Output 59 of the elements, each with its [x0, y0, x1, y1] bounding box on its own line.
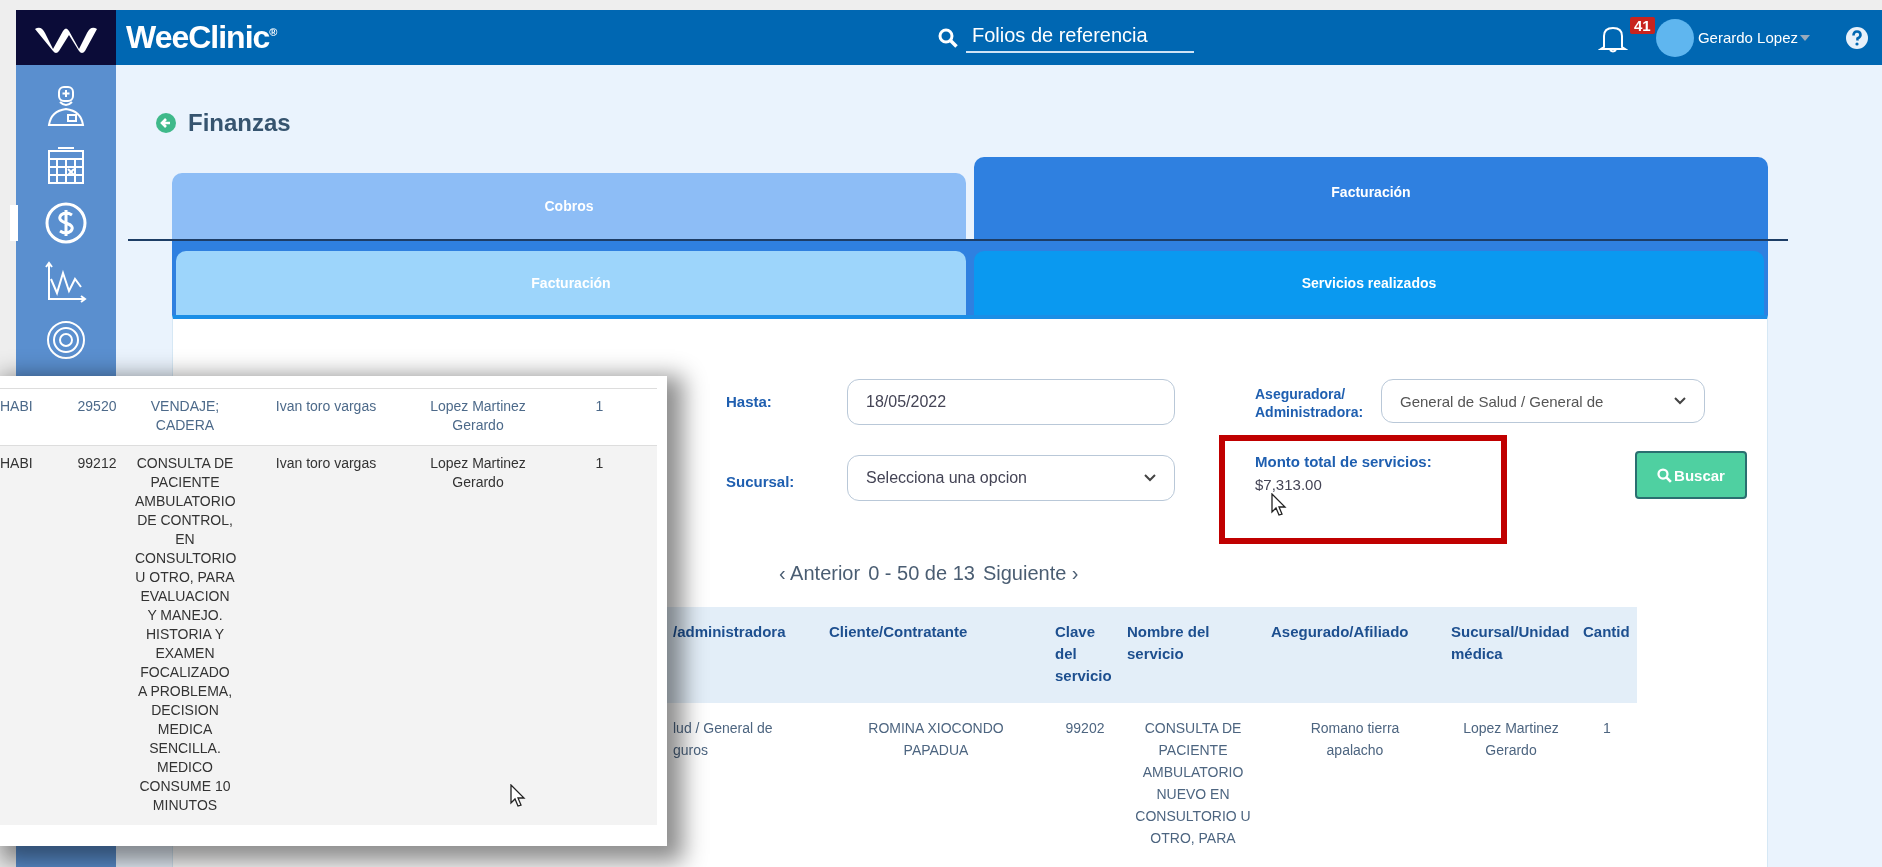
field-label: Hasta: [726, 392, 773, 410]
chevron-icon [1144, 474, 1156, 482]
total-label: Monto total de servicios: [1255, 453, 1433, 470]
avatar[interactable] [1655, 18, 1694, 57]
notification-badge: 41 [1629, 16, 1655, 34]
field-label: Sucursal: [726, 472, 796, 490]
field-label: Aseguradora/ Administradora: [1255, 385, 1365, 421]
next-link[interactable]: Siguiente › [982, 562, 1079, 585]
user-name[interactable]: Gerardo Lopez [1697, 29, 1798, 46]
search-icon [1657, 467, 1673, 483]
table-cell: 1 [542, 445, 657, 825]
column-header: Clave del servicio [1049, 607, 1121, 703]
column-header: Cliente/Contratante [823, 607, 1049, 703]
table-cell-text: 1 [594, 397, 605, 416]
table-cell-text: Romano tierra apalacho [1309, 719, 1401, 760]
insurer-select[interactable]: General de Salud / General de [1381, 379, 1705, 423]
date-field[interactable]: 18/05/2022 [847, 379, 1175, 425]
column-header: Sucursal/Unidad médica [1445, 607, 1577, 703]
table-cell-text: Lopez Martinez Gerardo [429, 397, 527, 435]
tab[interactable]: Servicios realizados [974, 251, 1764, 315]
table-cell: 99212 [62, 445, 132, 825]
dollar-icon[interactable] [44, 201, 88, 245]
help-icon[interactable] [1846, 26, 1868, 49]
page-title: Finanzas [188, 109, 291, 137]
cursor-icon [510, 784, 526, 808]
branch-select[interactable]: Selecciona una opcion [847, 455, 1175, 501]
table-cell-text: Lopez Martinez Gerardo [1462, 719, 1560, 760]
doctor-icon[interactable] [46, 85, 86, 129]
chart-icon[interactable] [45, 261, 87, 303]
back-icon[interactable] [156, 113, 176, 133]
table-cell: Lopez Martinez Gerardo [414, 445, 542, 825]
brand-name: WeeClinic$^{®}$ [125, 19, 278, 56]
table-cell: HABI [0, 445, 62, 825]
table-cell-text: 29520 [76, 397, 118, 416]
tab[interactable]: Facturación [974, 157, 1768, 239]
search-field[interactable]: Folios de referencia [966, 22, 1194, 53]
page-range: 0 - 50 de 13 [868, 562, 975, 585]
table-cell: Ivan toro vargas [238, 445, 414, 825]
total-value: $7,313.00 [1255, 476, 1323, 493]
column-header: /administradora [667, 607, 823, 703]
table-cell-text: 1 [1602, 719, 1612, 738]
caret-icon[interactable] [1800, 34, 1810, 41]
table-cell-text: VENDAJE; CADERA [149, 397, 221, 435]
table-cell-text: HABI [0, 397, 34, 416]
table-cell: CONSULTA DE PACIENTE AMBULATORIO DE CONTROL, EN CONSULTORIO U OTRO, PARA EVALUACION Y MANEJO. HISTORIA Y EXAMEN FOCALIZADO A PROBLEMA, DECISION MEDICA SENCILLA. MEDICO CONSUME 10 MINUTOS [132, 445, 238, 825]
chevron-icon [1674, 397, 1686, 405]
search-icon[interactable] [938, 27, 958, 48]
column-header: Nombre del servicio [1121, 607, 1265, 703]
column-header: Cantid [1577, 607, 1637, 703]
previous-link[interactable]: ‹ Anterior [779, 562, 861, 585]
cursor-icon [1271, 493, 1287, 517]
column-header: Asegurado/Afiliado [1265, 607, 1445, 703]
calendar-icon[interactable] [46, 145, 86, 185]
table-cell-text: ROMINA XIOCONDO PAPADUA [867, 719, 1005, 760]
table-cell-text: CONSULTA DE PACIENTE AMBULATORIO NUEVO EN CONSULTORIO U OTRO, PARA [1134, 719, 1252, 848]
table-cell-text: 99202 [1064, 719, 1106, 738]
table-cell-text: Ivan toro vargas [274, 397, 378, 416]
target-icon[interactable] [45, 319, 87, 361]
table-cell-text: lud / General de guros [672, 719, 774, 760]
